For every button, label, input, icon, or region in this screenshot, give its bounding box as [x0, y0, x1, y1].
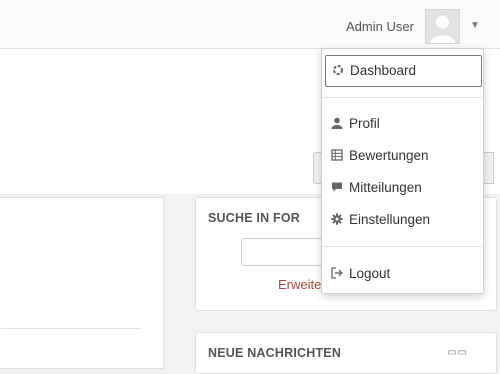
latest-news-block: NEUE NACHRICHTEN ▭▭ — [195, 332, 497, 374]
dashboard-icon — [332, 64, 344, 76]
top-navbar: Admin User ▼ — [0, 0, 500, 49]
grades-table-icon — [331, 149, 343, 161]
gear-icon — [331, 213, 343, 225]
menu-item-label: Dashboard — [350, 63, 417, 78]
menu-item-settings[interactable]: Einstellungen — [322, 204, 483, 236]
caret-down-icon[interactable]: ▼ — [470, 20, 480, 31]
content-card — [0, 197, 164, 369]
menu-item-dashboard[interactable]: Dashboard — [325, 55, 482, 87]
user-name[interactable]: Admin User — [346, 19, 414, 34]
user-dropdown-menu: Dashboard Profil Bewertungen Mitteilunge… — [321, 48, 484, 294]
menu-item-logout[interactable]: Logout — [322, 258, 483, 290]
message-icon — [331, 181, 343, 193]
logout-icon — [331, 267, 343, 279]
menu-item-label: Bewertungen — [349, 148, 429, 163]
advanced-search-link[interactable]: Erweite — [278, 277, 321, 292]
divider — [1, 328, 141, 329]
menu-item-profile[interactable]: Profil — [322, 108, 483, 140]
menu-item-label: Logout — [349, 266, 391, 281]
user-icon — [331, 117, 343, 129]
menu-divider — [322, 246, 483, 247]
user-avatar-icon[interactable] — [425, 9, 460, 44]
menu-item-label: Mitteilungen — [349, 180, 422, 195]
menu-item-messages[interactable]: Mitteilungen — [322, 172, 483, 204]
menu-item-label: Profil — [349, 116, 380, 131]
block-dock-icon[interactable]: ▭▭ — [447, 347, 468, 358]
menu-item-grades[interactable]: Bewertungen — [322, 140, 483, 172]
menu-divider — [322, 97, 483, 98]
menu-item-label: Einstellungen — [349, 212, 431, 227]
block-title: SUCHE IN FOR — [208, 211, 300, 225]
